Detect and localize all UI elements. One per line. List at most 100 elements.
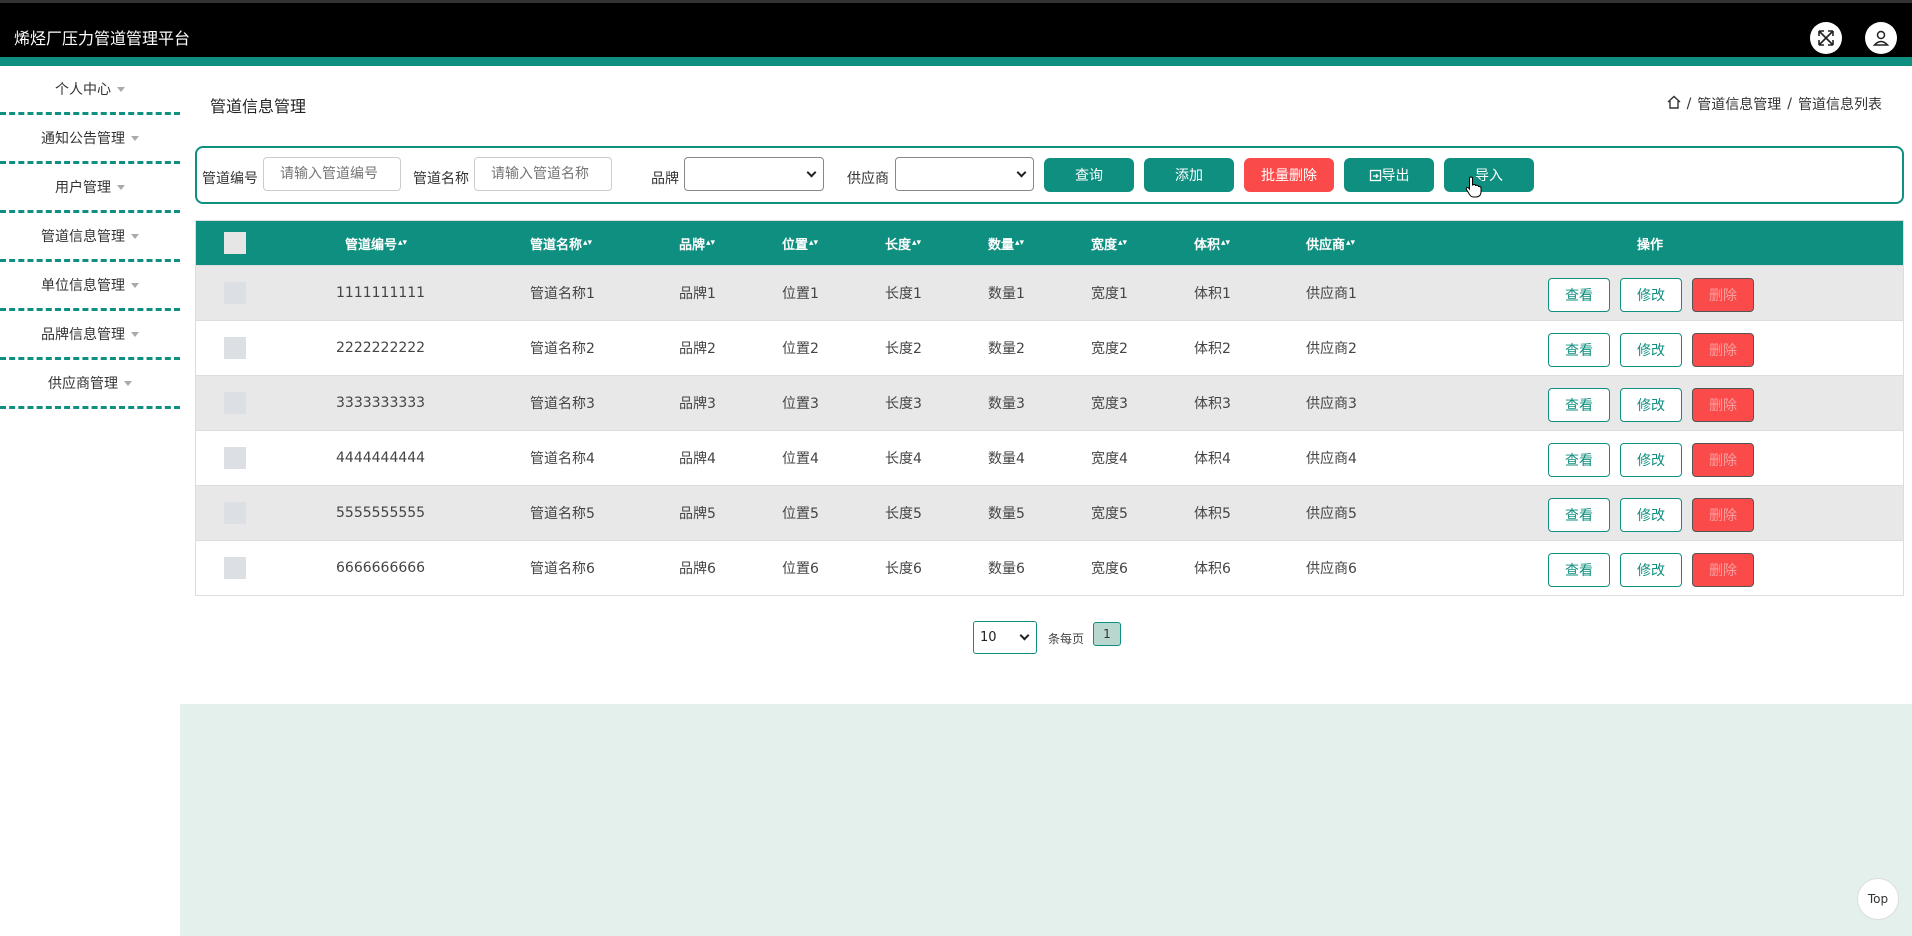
sidebar-item-personal-center[interactable]: 个人中心 — [0, 66, 180, 115]
cell-name: 管道名称6 — [530, 561, 595, 577]
sidebar-item-notice[interactable]: 通知公告管理 — [0, 115, 180, 164]
breadcrumb-separator: / — [1686, 96, 1692, 112]
sidebar-item-users[interactable]: 用户管理 — [0, 164, 180, 213]
page-size-label: 条每页 — [1048, 632, 1085, 646]
column-header-brand[interactable]: 品牌 ▴▾ — [679, 221, 715, 265]
edit-button[interactable]: 修改 — [1620, 278, 1682, 312]
cell-supplier: 供应商2 — [1306, 341, 1357, 357]
table-row: 5555555555 管道名称5 品牌5 位置5 长度5 数量5 宽度5 体积5… — [196, 485, 1903, 540]
delete-button[interactable]: 删除 — [1692, 443, 1754, 477]
sidebar-item-label: 管道信息管理 — [41, 229, 125, 245]
sidebar-item-units[interactable]: 单位信息管理 — [0, 262, 180, 311]
import-button[interactable]: 导入 — [1444, 158, 1534, 192]
cell-name: 管道名称2 — [530, 341, 595, 357]
cell-code: 2222222222 — [336, 340, 426, 356]
cell-supplier: 供应商1 — [1306, 286, 1357, 302]
cell-code: 4444444444 — [336, 450, 426, 466]
row-checkbox[interactable] — [224, 557, 246, 579]
sidebar-item-label: 通知公告管理 — [41, 131, 125, 147]
code-input[interactable] — [263, 157, 401, 191]
cell-code: 3333333333 — [336, 395, 426, 411]
delete-button[interactable]: 删除 — [1692, 388, 1754, 422]
edit-button[interactable]: 修改 — [1620, 333, 1682, 367]
column-header-label: 体积 — [1194, 237, 1221, 253]
caret-down-icon — [131, 233, 139, 239]
view-button[interactable]: 查看 — [1548, 278, 1610, 312]
column-header-volume[interactable]: 体积 ▴▾ — [1194, 221, 1230, 265]
cell-supplier: 供应商6 — [1306, 561, 1357, 577]
batch-delete-button[interactable]: 批量删除 — [1244, 158, 1334, 192]
edit-button[interactable]: 修改 — [1620, 498, 1682, 532]
edit-button[interactable]: 修改 — [1620, 443, 1682, 477]
export-label: 导出 — [1381, 168, 1410, 184]
sidebar-item-label: 用户管理 — [55, 180, 111, 196]
cell-volume: 体积5 — [1194, 506, 1231, 522]
sidebar-item-brands[interactable]: 品牌信息管理 — [0, 311, 180, 360]
cell-code: 6666666666 — [336, 560, 426, 576]
sidebar-item-pipes[interactable]: 管道信息管理 — [0, 213, 180, 262]
sort-icon: ▴▾ — [583, 238, 593, 248]
breadcrumb-separator: / — [1787, 96, 1792, 112]
view-button[interactable]: 查看 — [1548, 333, 1610, 367]
fullscreen-icon[interactable] — [1810, 22, 1842, 54]
header-accent-bar — [0, 57, 1912, 66]
row-checkbox[interactable] — [224, 392, 246, 414]
brand-select[interactable] — [684, 157, 824, 191]
user-icon[interactable] — [1865, 22, 1897, 54]
edit-button[interactable]: 修改 — [1620, 388, 1682, 422]
row-checkbox[interactable] — [224, 337, 246, 359]
column-header-label: 长度 — [885, 237, 912, 253]
back-to-top-button[interactable]: Top — [1857, 878, 1899, 920]
sort-icon: ▴▾ — [1118, 238, 1128, 248]
export-button[interactable]: 导出 — [1344, 158, 1434, 192]
column-header-supplier[interactable]: 供应商 ▴▾ — [1306, 221, 1355, 265]
edit-button[interactable]: 修改 — [1620, 553, 1682, 587]
delete-button[interactable]: 删除 — [1692, 498, 1754, 532]
cell-brand: 品牌1 — [679, 286, 716, 302]
sort-icon: ▴▾ — [706, 238, 716, 248]
cell-brand: 品牌6 — [679, 561, 716, 577]
column-header-code[interactable]: 管道编号 ▴▾ — [345, 221, 407, 265]
column-header-length[interactable]: 长度 ▴▾ — [885, 221, 921, 265]
cell-name: 管道名称4 — [530, 451, 595, 467]
breadcrumb-item[interactable]: 管道信息管理 — [1697, 94, 1781, 114]
home-icon[interactable] — [1667, 95, 1681, 113]
caret-down-icon — [131, 135, 139, 141]
row-checkbox[interactable] — [224, 502, 246, 524]
page-size-select[interactable]: 10 — [973, 621, 1037, 654]
delete-button[interactable]: 删除 — [1692, 333, 1754, 367]
column-header-width[interactable]: 宽度 ▴▾ — [1091, 221, 1127, 265]
sidebar: 个人中心 通知公告管理 用户管理 管道信息管理 单位信息管理 品牌信息管理 供应… — [0, 66, 180, 446]
view-button[interactable]: 查看 — [1548, 498, 1610, 532]
cell-brand: 品牌5 — [679, 506, 716, 522]
cell-length: 长度2 — [885, 341, 922, 357]
add-button[interactable]: 添加 — [1144, 158, 1234, 192]
sidebar-item-label: 供应商管理 — [48, 376, 118, 392]
select-all-checkbox[interactable] — [224, 232, 246, 254]
cell-code: 5555555555 — [336, 505, 426, 521]
sidebar-item-label: 个人中心 — [55, 82, 111, 98]
column-header-name[interactable]: 管道名称 ▴▾ — [530, 221, 592, 265]
row-checkbox[interactable] — [224, 447, 246, 469]
column-header-quantity[interactable]: 数量 ▴▾ — [988, 221, 1024, 265]
view-button[interactable]: 查看 — [1548, 443, 1610, 477]
select-all-cell — [224, 221, 246, 265]
page-number-button[interactable]: 1 — [1093, 622, 1121, 646]
page-title: 管道信息管理 — [210, 97, 307, 116]
cell-width: 宽度3 — [1091, 396, 1128, 412]
delete-button[interactable]: 删除 — [1692, 553, 1754, 587]
row-checkbox[interactable] — [224, 282, 246, 304]
cell-supplier: 供应商5 — [1306, 506, 1357, 522]
column-header-location[interactable]: 位置 ▴▾ — [782, 221, 818, 265]
name-input[interactable] — [474, 157, 612, 191]
chevron-down-icon — [1016, 167, 1027, 178]
hand-cursor-icon — [1465, 176, 1483, 202]
brand-label: 品牌 — [651, 171, 679, 187]
caret-down-icon — [131, 282, 139, 288]
view-button[interactable]: 查看 — [1548, 553, 1610, 587]
query-button[interactable]: 查询 — [1044, 158, 1134, 192]
sidebar-item-suppliers[interactable]: 供应商管理 — [0, 360, 180, 409]
view-button[interactable]: 查看 — [1548, 388, 1610, 422]
delete-button[interactable]: 删除 — [1692, 278, 1754, 312]
supplier-select[interactable] — [895, 157, 1034, 191]
